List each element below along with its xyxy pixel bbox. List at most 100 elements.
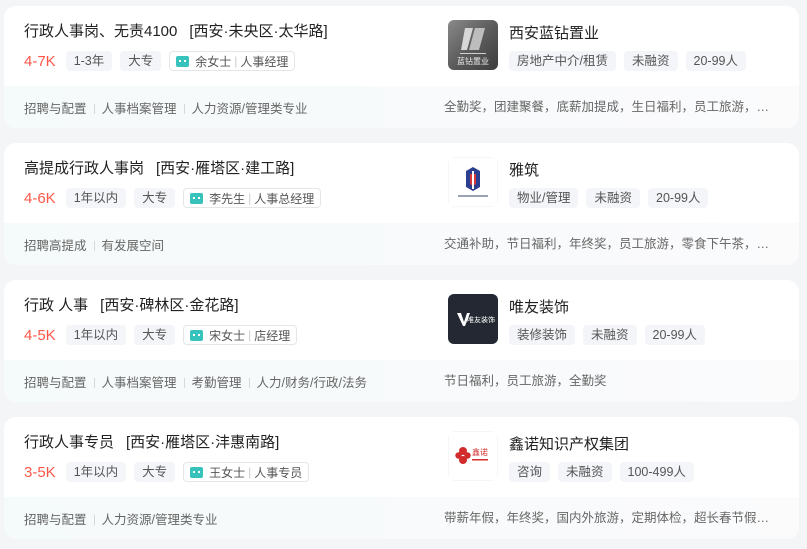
education-tag: 大专 bbox=[134, 462, 176, 482]
company-name[interactable]: 唯友装饰 bbox=[509, 296, 569, 317]
job-card-footer: 招聘与配置 人力资源/管理类专业 带薪年假，年终奖，国内外旅游，定期体检，超长春… bbox=[4, 497, 799, 539]
skill-tag: 人事档案管理 bbox=[87, 98, 177, 117]
job-card-main[interactable]: 高提成行政人事岗 [西安·雁塔区·建工路] 4-6K 1年以内 大专 李先生 | 人事… bbox=[4, 143, 799, 223]
company-size: 20-99人 bbox=[644, 325, 706, 345]
job-info-row: 4-6K 1年以内 大专 李先生 | 人事总经理 bbox=[24, 187, 322, 209]
company-stage: 未融资 bbox=[586, 188, 640, 208]
job-card[interactable]: 行政人事岗、无责4100 [西安·未央区·太华路] 4-7K 1-3年 大专 余女… bbox=[4, 6, 799, 128]
welfare-text: 全勤奖，团建聚餐，底薪加提成，生日福利，员工旅游，零食下午茶 bbox=[444, 100, 774, 114]
weiyou-logo-icon[interactable]: 唯友装饰 bbox=[448, 294, 498, 344]
company-size: 20-99人 bbox=[648, 188, 709, 208]
logo-text: 鑫诺 bbox=[472, 447, 488, 457]
education-tag: 大专 bbox=[120, 51, 162, 71]
skill-tag: 人事档案管理 bbox=[87, 372, 177, 391]
company-stage: 未融资 bbox=[583, 325, 637, 345]
company-tags: 咨询 未融资 100-499人 bbox=[509, 462, 702, 482]
yazhu-logo-icon[interactable] bbox=[448, 157, 498, 207]
boss-name: 余女士 bbox=[195, 54, 232, 69]
boss-title: 人事总经理 bbox=[254, 191, 315, 206]
job-title[interactable]: 行政人事专员 bbox=[24, 434, 114, 451]
job-area: [西安·雁塔区·建工路] bbox=[156, 160, 295, 177]
job-title[interactable]: 高提成行政人事岗 bbox=[24, 160, 144, 177]
skill-tag: 人力/财务/行政/法务 bbox=[242, 372, 367, 391]
lanzuan-logo-icon[interactable]: 蓝钻置业 bbox=[448, 20, 498, 70]
education-tag: 大专 bbox=[134, 325, 176, 345]
chat-icon bbox=[190, 329, 204, 341]
boss-info[interactable]: 李先生 | 人事总经理 bbox=[183, 188, 322, 208]
experience-tag: 1年以内 bbox=[65, 462, 127, 482]
experience-tag: 1-3年 bbox=[65, 51, 113, 71]
job-title[interactable]: 行政人事岗、无责4100 bbox=[24, 23, 177, 40]
job-card[interactable]: 高提成行政人事岗 [西安·雁塔区·建工路] 4-6K 1年以内 大专 李先生 | 人事… bbox=[4, 143, 799, 265]
job-card-footer: 招聘与配置 人事档案管理 人力资源/管理类专业 全勤奖，团建聚餐，底薪加提成，生… bbox=[4, 86, 799, 128]
job-card-footer: 招聘与配置 人事档案管理 考勤管理 人力/财务/行政/法务 节日福利，员工旅游，… bbox=[4, 360, 799, 402]
job-title[interactable]: 行政 人事 bbox=[24, 297, 88, 314]
job-title-row[interactable]: 高提成行政人事岗 [西安·雁塔区·建工路] bbox=[24, 157, 294, 178]
skill-tag: 招聘高提成 bbox=[24, 238, 87, 253]
logo-text: 唯友装饰 bbox=[467, 315, 495, 324]
job-title-row[interactable]: 行政人事专员 [西安·雁塔区·沣惠南路] bbox=[24, 431, 279, 452]
job-info-row: 4-5K 1年以内 大专 宋女士 | 店经理 bbox=[24, 324, 298, 346]
company-name[interactable]: 雅筑 bbox=[509, 159, 539, 180]
company-tags: 房地产中介/租赁 未融资 20-99人 bbox=[509, 51, 754, 71]
skill-tags: 招聘与配置 人力资源/管理类专业 bbox=[24, 497, 218, 539]
salary: 4-6K bbox=[24, 189, 56, 207]
chat-icon bbox=[190, 192, 204, 204]
chat-icon bbox=[176, 55, 190, 67]
job-title-row[interactable]: 行政 人事 [西安·碑林区·金花路] bbox=[24, 294, 239, 315]
skill-tag: 人力资源/管理类专业 bbox=[177, 98, 308, 117]
boss-title: 人事专员 bbox=[254, 465, 303, 480]
skill-tag: 人力资源/管理类专业 bbox=[87, 509, 218, 528]
skill-tag: 招聘与配置 bbox=[24, 101, 87, 116]
salary: 4-7K bbox=[24, 52, 56, 70]
boss-info[interactable]: 余女士 | 人事经理 bbox=[169, 51, 296, 71]
company-industry: 咨询 bbox=[509, 462, 551, 482]
xinnuo-logo-icon[interactable]: 鑫诺 bbox=[448, 431, 498, 481]
job-info-row: 3-5K 1年以内 大专 王女士 | 人事专员 bbox=[24, 461, 310, 483]
company-stage: 未融资 bbox=[623, 51, 678, 71]
experience-tag: 1年以内 bbox=[65, 188, 127, 208]
company-tags: 物业/管理 未融资 20-99人 bbox=[509, 188, 716, 208]
boss-name: 宋女士 bbox=[209, 328, 246, 343]
skill-tag: 有发展空间 bbox=[87, 235, 165, 254]
skill-tag: 招聘与配置 bbox=[24, 375, 87, 390]
logo-text: 蓝钻置业 bbox=[457, 56, 489, 66]
salary: 3-5K bbox=[24, 463, 56, 481]
company-tags: 装修装饰 未融资 20-99人 bbox=[509, 325, 713, 345]
boss-info[interactable]: 王女士 | 人事专员 bbox=[183, 462, 310, 482]
job-info-row: 4-7K 1-3年 大专 余女士 | 人事经理 bbox=[24, 50, 296, 72]
skill-tags: 招聘与配置 人事档案管理 考勤管理 人力/财务/行政/法务 bbox=[24, 360, 367, 402]
job-list: 行政人事岗、无责4100 [西安·未央区·太华路] 4-7K 1-3年 大专 余女… bbox=[4, 6, 799, 549]
welfare-text: 节日福利，员工旅游，全勤奖 bbox=[444, 374, 607, 388]
salary: 4-5K bbox=[24, 326, 56, 344]
boss-name: 王女士 bbox=[209, 465, 246, 480]
welfare-text: 交通补助，节日福利，年终奖，员工旅游，零食下午茶，带薪年假 bbox=[444, 237, 774, 251]
job-area: [西安·雁塔区·沣惠南路] bbox=[126, 434, 280, 451]
job-card[interactable]: 行政 人事 [西安·碑林区·金花路] 4-5K 1年以内 大专 宋女士 | 店经理 唯… bbox=[4, 280, 799, 402]
chat-icon bbox=[190, 466, 204, 478]
job-card-main[interactable]: 行政人事专员 [西安·雁塔区·沣惠南路] 3-5K 1年以内 大专 王女士 | 人事专… bbox=[4, 417, 799, 497]
job-area: [西安·未央区·太华路] bbox=[189, 23, 328, 40]
company-stage: 未融资 bbox=[558, 462, 612, 482]
job-card[interactable]: 行政人事专员 [西安·雁塔区·沣惠南路] 3-5K 1年以内 大专 王女士 | 人事专… bbox=[4, 417, 799, 539]
experience-tag: 1年以内 bbox=[65, 325, 127, 345]
job-card-footer: 招聘高提成 有发展空间 交通补助，节日福利，年终奖，员工旅游，零食下午茶，带薪年… bbox=[4, 223, 799, 265]
boss-title: 人事经理 bbox=[240, 54, 289, 69]
skill-tags: 招聘高提成 有发展空间 bbox=[24, 223, 164, 265]
company-industry: 物业/管理 bbox=[509, 188, 579, 208]
company-name[interactable]: 鑫诺知识产权集团 bbox=[509, 433, 629, 454]
job-area: [西安·碑林区·金花路] bbox=[100, 297, 239, 314]
welfare-text: 带薪年假，年终奖，国内外旅游，定期体检，超长春节假，员工旅游 bbox=[444, 511, 774, 525]
skill-tag: 招聘与配置 bbox=[24, 512, 87, 527]
education-tag: 大专 bbox=[134, 188, 176, 208]
job-card-main[interactable]: 行政 人事 [西安·碑林区·金花路] 4-5K 1年以内 大专 宋女士 | 店经理 唯… bbox=[4, 280, 799, 360]
company-size: 20-99人 bbox=[685, 51, 746, 71]
company-name[interactable]: 西安蓝钻置业 bbox=[509, 22, 599, 43]
boss-info[interactable]: 宋女士 | 店经理 bbox=[183, 325, 298, 345]
company-size: 100-499人 bbox=[619, 462, 694, 482]
skill-tags: 招聘与配置 人事档案管理 人力资源/管理类专业 bbox=[24, 86, 308, 128]
boss-name: 李先生 bbox=[209, 191, 246, 206]
job-title-row[interactable]: 行政人事岗、无责4100 [西安·未央区·太华路] bbox=[24, 20, 328, 41]
company-industry: 房地产中介/租赁 bbox=[509, 51, 616, 71]
job-card-main[interactable]: 行政人事岗、无责4100 [西安·未央区·太华路] 4-7K 1-3年 大专 余女… bbox=[4, 6, 799, 86]
